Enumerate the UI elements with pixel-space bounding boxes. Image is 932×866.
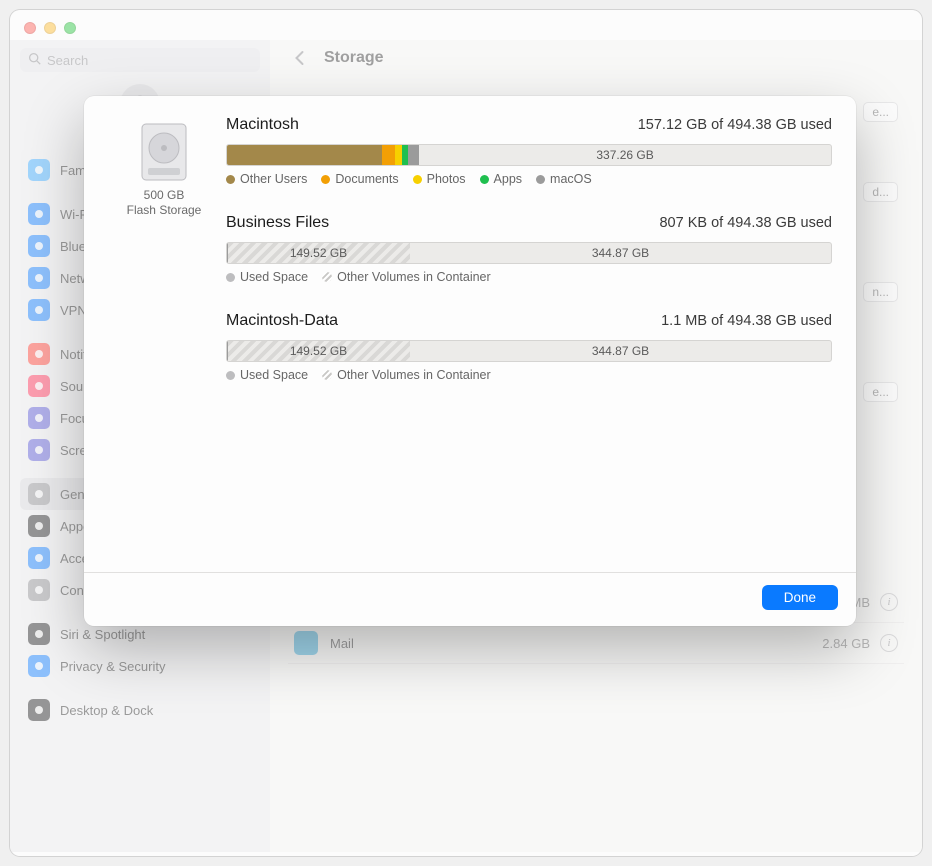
truncated-button[interactable]: e... (863, 102, 898, 122)
drive-summary: 500 GB Flash Storage (108, 116, 220, 410)
legend-dot-icon (480, 175, 489, 184)
globe-icon (28, 267, 50, 289)
bell-icon (28, 343, 50, 365)
free-space-label: 344.87 GB (410, 341, 831, 361)
storage-bar: 337.26 GB (226, 144, 832, 166)
legend-item: Used Space (226, 270, 308, 284)
other-volumes-label: 149.52 GB (227, 341, 410, 361)
legend-item: Other Users (226, 172, 307, 186)
legend-item: Apps (480, 172, 523, 186)
volume-block: Macintosh-Data 1.1 MB of 494.38 GB used 14… (226, 312, 832, 382)
legend: Other Users Documents Photos Apps macOS (226, 172, 832, 186)
volume-block: Business Files 807 KB of 494.38 GB used 14… (226, 214, 832, 284)
sidebar-item-label: Desktop & Dock (60, 703, 153, 718)
bar-segment (382, 145, 395, 165)
window-chrome (10, 10, 922, 40)
truncated-button[interactable]: e... (863, 382, 898, 402)
storage-bar: 149.52 GB344.87 GB (226, 242, 832, 264)
storage-bar: 149.52 GB344.87 GB (226, 340, 832, 362)
search-icon (28, 52, 41, 68)
search-input[interactable]: Search (20, 48, 260, 72)
sidebar-item-label: Siri & Spotlight (60, 627, 145, 642)
dock-icon (28, 699, 50, 721)
volume-usage: 807 KB of 494.38 GB used (659, 215, 832, 231)
volume-name: Macintosh (226, 116, 299, 134)
legend-item: Photos (413, 172, 466, 186)
speaker-icon (28, 375, 50, 397)
close-icon[interactable] (24, 22, 36, 34)
legend: Used Space Other Volumes in Container (226, 270, 832, 284)
storage-row[interactable]: Mail2.84 GB i (288, 623, 904, 664)
legend-hatch-icon (322, 272, 332, 282)
legend-dot-icon (226, 371, 235, 380)
minimize-icon[interactable] (44, 22, 56, 34)
volume-usage: 1.1 MB of 494.38 GB used (661, 313, 832, 329)
done-button[interactable]: Done (762, 585, 838, 610)
bluetooth-icon (28, 235, 50, 257)
info-icon[interactable]: i (880, 634, 898, 652)
truncated-button[interactable]: n... (863, 282, 898, 302)
volume-usage: 157.12 GB of 494.38 GB used (638, 117, 832, 133)
legend-item: Other Volumes in Container (322, 270, 491, 284)
other-volumes-label: 149.52 GB (227, 243, 410, 263)
drive-type: Flash Storage (127, 203, 202, 218)
info-icon[interactable]: i (880, 593, 898, 611)
sidebar-item-label: Privacy & Security (60, 659, 165, 674)
storage-detail-modal: 500 GB Flash Storage Macintosh 157.12 GB … (84, 96, 856, 626)
legend-dot-icon (536, 175, 545, 184)
row-label: Mail (330, 636, 822, 651)
search-placeholder: Search (47, 53, 88, 68)
page-title: Storage (324, 49, 384, 67)
legend-item: Other Volumes in Container (322, 368, 491, 382)
legend-item: Used Space (226, 368, 308, 382)
bar-segment (408, 145, 419, 165)
free-space-label: 344.87 GB (410, 243, 831, 263)
legend-dot-icon (226, 273, 235, 282)
drive-capacity: 500 GB (127, 188, 202, 203)
volume-block: Macintosh 157.12 GB of 494.38 GB used 337.… (226, 116, 832, 186)
sidebar-item-privacy-security[interactable]: Privacy & Security (20, 650, 260, 682)
volume-name: Business Files (226, 214, 329, 232)
back-button[interactable] (286, 46, 312, 70)
sidebar-item-label: VPN (60, 303, 87, 318)
house-icon (28, 159, 50, 181)
legend-item: macOS (536, 172, 592, 186)
legend-dot-icon (413, 175, 422, 184)
free-space-label: 337.26 GB (419, 145, 831, 165)
bar-segment (227, 145, 382, 165)
bar-segment (395, 145, 402, 165)
hourglass-icon (28, 439, 50, 461)
sidebar-item-desktop-dock[interactable]: Desktop & Dock (20, 694, 260, 726)
legend-item: Documents (321, 172, 398, 186)
volume-name: Macintosh-Data (226, 312, 338, 330)
wifi-icon (28, 203, 50, 225)
row-size: 2.84 GB (822, 636, 870, 651)
appearance-icon (28, 515, 50, 537)
switches-icon (28, 579, 50, 601)
app-icon (294, 631, 318, 655)
legend: Used Space Other Volumes in Container (226, 368, 832, 382)
maximize-icon[interactable] (64, 22, 76, 34)
legend-dot-icon (226, 175, 235, 184)
hand-icon (28, 655, 50, 677)
legend-hatch-icon (322, 370, 332, 380)
legend-dot-icon (321, 175, 330, 184)
accessibility-icon (28, 547, 50, 569)
truncated-button[interactable]: d... (863, 182, 898, 202)
moon-icon (28, 407, 50, 429)
siri-icon (28, 623, 50, 645)
hard-drive-icon (136, 120, 192, 184)
gear-icon (28, 483, 50, 505)
vpn-icon (28, 299, 50, 321)
